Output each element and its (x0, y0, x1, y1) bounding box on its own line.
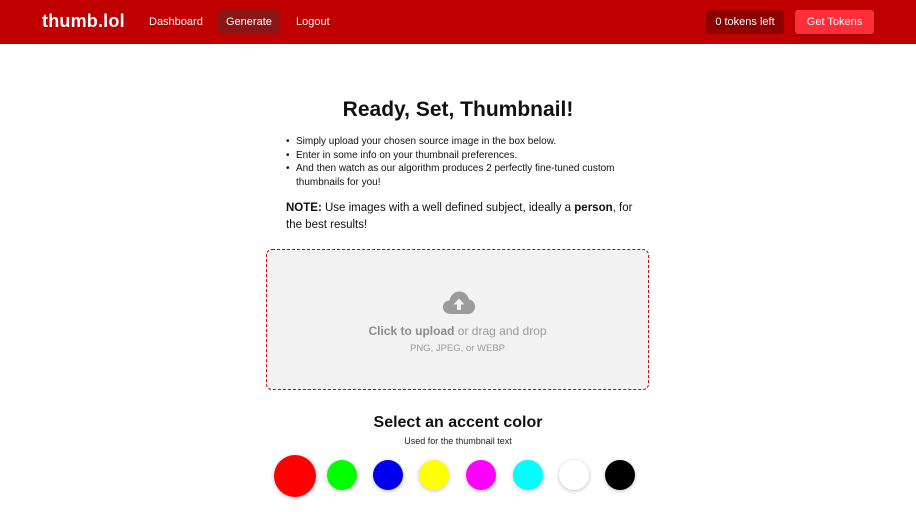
instruction-item: Simply upload your chosen source image i… (286, 135, 636, 149)
instruction-item: Enter in some info on your thumbnail pre… (286, 149, 636, 163)
color-swatch-magenta[interactable] (466, 460, 496, 490)
note-text: NOTE: Use images with a well defined sub… (286, 200, 646, 234)
nav-logout-link[interactable]: Logout (288, 10, 338, 34)
color-swatch-black[interactable] (605, 460, 635, 490)
get-tokens-button[interactable]: Get Tokens (795, 10, 874, 34)
tokens-left-badge: 0 tokens left (706, 10, 784, 34)
instructions-list: Simply upload your chosen source image i… (286, 135, 636, 189)
instruction-item: And then watch as our algorithm produces… (286, 162, 636, 189)
brand-logo[interactable]: thumb.lol (42, 11, 125, 32)
accent-color-title: Select an accent color (373, 414, 543, 431)
color-swatch-red[interactable] (274, 455, 316, 497)
nav-generate-link[interactable]: Generate (218, 10, 280, 34)
color-swatch-cyan[interactable] (513, 460, 543, 490)
drag-drop-text: or drag and drop (454, 324, 547, 338)
color-swatch-blue[interactable] (373, 460, 403, 490)
note-bold: person (574, 202, 613, 214)
color-swatch-white[interactable] (559, 460, 589, 490)
color-swatch-yellow[interactable] (419, 460, 449, 490)
upload-dropzone[interactable]: Click to upload or drag and drop PNG, JP… (266, 249, 649, 390)
nav-dashboard-link[interactable]: Dashboard (141, 10, 211, 34)
cloud-upload-icon (443, 291, 475, 314)
upload-instruction: Click to upload or drag and drop (267, 324, 648, 338)
note-label: NOTE: (286, 202, 322, 214)
color-swatch-green[interactable] (327, 460, 357, 490)
accent-color-subtitle: Used for the thumbnail text (404, 436, 512, 446)
note-text-part: Use images with a well defined subject, … (321, 202, 575, 214)
click-to-upload-link[interactable]: Click to upload (368, 324, 454, 338)
upload-formats: PNG, JPEG, or WEBP (409, 343, 506, 354)
top-navbar: thumb.lol Dashboard Generate Logout 0 to… (0, 0, 916, 44)
page-title: Ready, Set, Thumbnail! (342, 98, 574, 121)
